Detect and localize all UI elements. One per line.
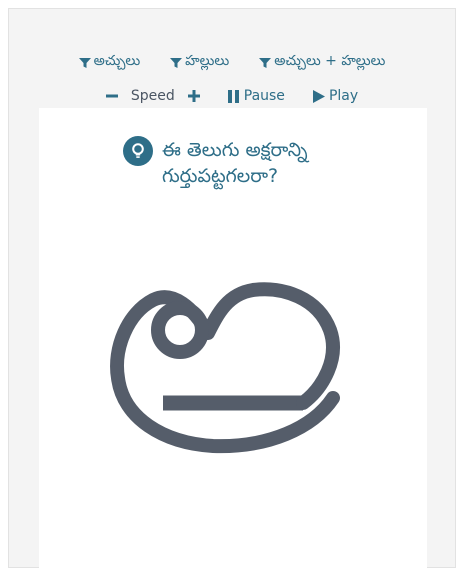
- speed-label: Speed: [130, 88, 175, 104]
- question-line-1: ఈ తెలుగు అక్షరాన్ని: [162, 139, 308, 161]
- filter-vowels-button[interactable]: అచ్చులు: [78, 53, 141, 72]
- filter-icon: [259, 57, 272, 68]
- filter-vowels-label: అచ్చులు: [93, 53, 141, 69]
- minus-icon: [105, 94, 118, 98]
- speed-decrease-button[interactable]: [105, 90, 118, 102]
- play-label: Play: [328, 88, 359, 104]
- pause-button[interactable]: Pause: [227, 88, 285, 104]
- question-line-2: గుర్తుపట్టగలరా?: [162, 165, 279, 187]
- filter-both-label: అచ్చులు + హల్లులు: [274, 53, 386, 69]
- play-button[interactable]: Play: [312, 88, 359, 104]
- filter-consonants-label: హల్లులు: [185, 53, 230, 69]
- filter-both-button[interactable]: అచ్చులు + హల్లులు: [259, 53, 385, 72]
- playback-controls: Speed Pause Play: [9, 88, 455, 104]
- plus-icon: [187, 90, 200, 102]
- filter-icon: [170, 57, 183, 68]
- question-header: ఈ తెలుగు అక్షరాన్ని గుర్తుపట్టగలరా?: [123, 136, 383, 189]
- question-text: ఈ తెలుగు అక్షరాన్ని గుర్తుపట్టగలరా?: [162, 137, 308, 189]
- question-card: ఈ తెలుగు అక్షరాన్ని గుర్తుపట్టగలరా? అ: [39, 108, 427, 578]
- pause-label: Pause: [243, 88, 285, 104]
- filter-bar: అచ్చులు హల్లులు అచ్చులు + హల్లులు: [9, 53, 455, 72]
- play-icon: [312, 89, 325, 103]
- letter-display: అ: [39, 278, 427, 578]
- telugu-letter-glyph: అ: [110, 282, 340, 454]
- pause-icon: [227, 89, 239, 103]
- quiz-panel: అచ్చులు హల్లులు అచ్చులు + హల్లులు Speed …: [8, 8, 456, 578]
- lightbulb-icon: [132, 143, 144, 158]
- hint-badge: [123, 136, 153, 166]
- filter-consonants-button[interactable]: హల్లులు: [170, 53, 229, 72]
- speed-increase-button[interactable]: [187, 90, 200, 102]
- filter-icon: [78, 57, 91, 68]
